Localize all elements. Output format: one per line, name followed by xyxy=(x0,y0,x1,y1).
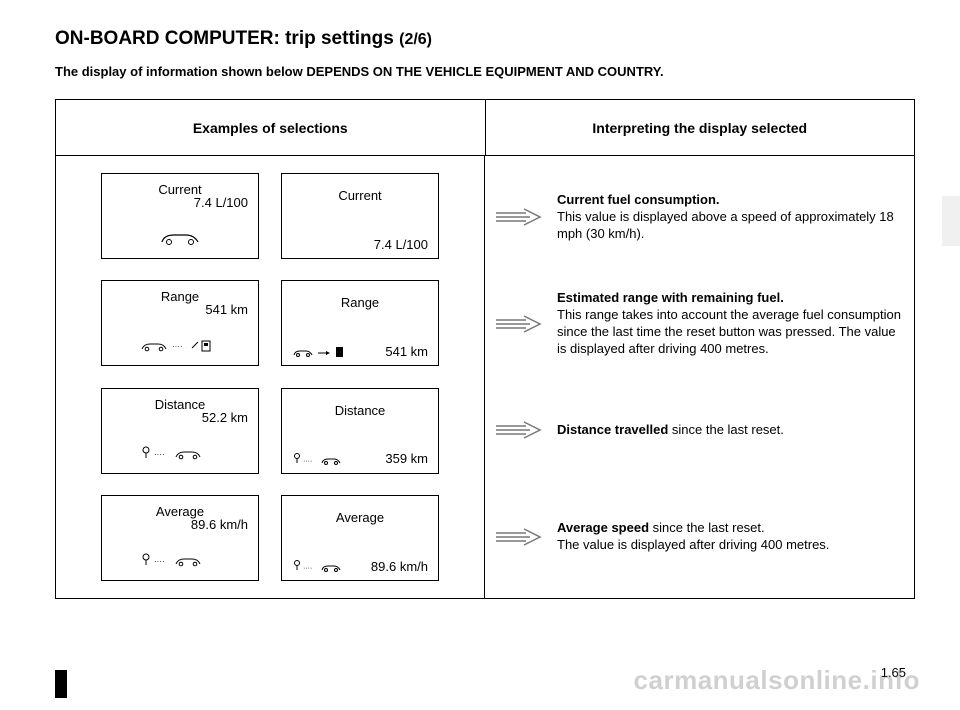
box-value: 89.6 km/h xyxy=(371,559,428,574)
car-to-pump-icon: ···· xyxy=(112,331,248,359)
corner-tab xyxy=(55,670,67,698)
desc-text: This value is displayed above a speed of… xyxy=(557,209,894,241)
table-header-row: Examples of selections Interpreting the … xyxy=(56,100,914,156)
desc-bold: Distance travelled xyxy=(557,422,672,437)
pin-car-icon: ···· xyxy=(292,558,352,574)
display-box-b: Current 7.4 L/100 xyxy=(281,173,439,259)
watermark: carmanualsonline.info xyxy=(634,665,920,696)
display-box-b: Range 541 km xyxy=(281,280,439,366)
svg-text:····: ···· xyxy=(154,557,165,566)
display-box-a: Distance 52.2 km ···· xyxy=(101,388,259,474)
example-row: Current 7.4 L/100 Current 7.4 L/100 xyxy=(70,173,470,259)
arrow-icon xyxy=(491,206,547,228)
car-pump-icon xyxy=(292,343,362,359)
interpretation-row: Distance travelled since the last reset. xyxy=(491,384,904,476)
display-box-b: Average ···· 89.6 km/h xyxy=(281,495,439,581)
desc-line2: The value is displayed after driving 400… xyxy=(557,537,829,552)
svg-text:····: ···· xyxy=(172,342,183,351)
pin-car-icon: ···· xyxy=(292,451,352,467)
desc-bold: Current fuel consumption. xyxy=(557,192,720,207)
description: Distance travelled since the last reset. xyxy=(557,422,784,439)
pin-to-car-icon: ···· xyxy=(112,439,248,467)
example-row: Range 541 km ···· Range 541 km xyxy=(70,280,470,366)
desc-bold: Average speed xyxy=(557,520,653,535)
box-label: Distance xyxy=(292,403,428,418)
title-main: ON-BOARD COMPUTER: trip settings xyxy=(55,28,399,49)
header-left: Examples of selections xyxy=(56,100,486,155)
arrow-icon xyxy=(491,526,547,548)
box-label: Current xyxy=(292,188,428,203)
box-value: 7.4 L/100 xyxy=(374,237,428,252)
description: Average speed since the last reset. The … xyxy=(557,520,829,554)
svg-text:····: ···· xyxy=(303,458,312,465)
table-body: Current 7.4 L/100 Current 7.4 L/100 xyxy=(56,156,914,598)
desc-text: since the last reset. xyxy=(653,520,765,535)
box-value: 541 km xyxy=(385,344,428,359)
display-box-a: Range 541 km ···· xyxy=(101,280,259,366)
svg-text:····: ···· xyxy=(303,565,312,572)
desc-text: since the last reset. xyxy=(672,422,784,437)
box-value: 52.2 km xyxy=(112,410,248,425)
main-table: Examples of selections Interpreting the … xyxy=(55,99,915,599)
box-value: 359 km xyxy=(385,451,428,466)
examples-column: Current 7.4 L/100 Current 7.4 L/100 xyxy=(56,156,485,598)
title-sub: (2/6) xyxy=(399,31,432,48)
display-box-a: Average 89.6 km/h ···· xyxy=(101,495,259,581)
page-title: ON-BOARD COMPUTER: trip settings (2/6) xyxy=(55,28,915,50)
svg-text:····: ···· xyxy=(154,450,165,459)
car-icon xyxy=(112,224,248,252)
arrow-icon xyxy=(491,419,547,441)
interpretation-column: Current fuel consumption. This value is … xyxy=(485,156,914,598)
arrow-icon xyxy=(491,313,547,335)
box-value: 7.4 L/100 xyxy=(112,195,248,210)
box-label: Range xyxy=(292,295,428,310)
display-box-b: Distance ···· 359 km xyxy=(281,388,439,474)
box-label: Average xyxy=(292,510,428,525)
description: Estimated range with remaining fuel. Thi… xyxy=(557,290,904,358)
header-right: Interpreting the display selected xyxy=(486,100,915,155)
interpretation-row: Current fuel consumption. This value is … xyxy=(491,171,904,263)
description: Current fuel consumption. This value is … xyxy=(557,192,904,243)
box-value: 541 km xyxy=(112,302,248,317)
box-value: 89.6 km/h xyxy=(112,517,248,532)
example-row: Distance 52.2 km ···· Distance ···· 359 … xyxy=(70,388,470,474)
interpretation-row: Average speed since the last reset. The … xyxy=(491,491,904,583)
manual-page: ON-BOARD COMPUTER: trip settings (2/6) T… xyxy=(0,0,960,599)
desc-text: This range takes into account the averag… xyxy=(557,307,901,356)
display-box-a: Current 7.4 L/100 xyxy=(101,173,259,259)
example-row: Average 89.6 km/h ···· Average ···· 89.6… xyxy=(70,495,470,581)
side-tab xyxy=(942,196,960,246)
notice-text: The display of information shown below D… xyxy=(55,64,915,79)
interpretation-row: Estimated range with remaining fuel. Thi… xyxy=(491,278,904,370)
desc-bold: Estimated range with remaining fuel. xyxy=(557,290,784,305)
pin-to-car-icon: ···· xyxy=(112,546,248,574)
